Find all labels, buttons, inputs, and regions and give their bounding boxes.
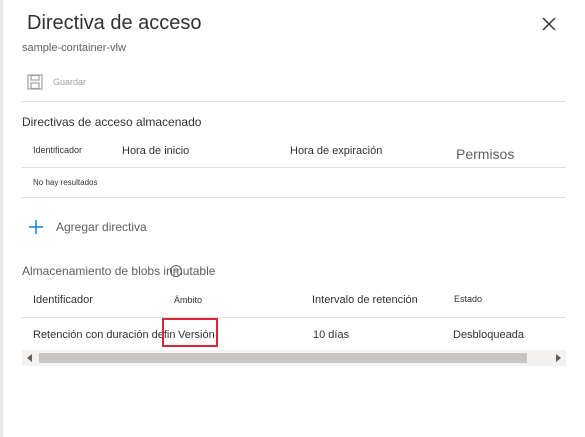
stored-policies-title: Directivas de acceso almacenado (22, 115, 202, 129)
column-header-hora-inicio[interactable]: Hora de inicio (122, 145, 189, 157)
column-header-hora-expiracion[interactable]: Hora de expiración (290, 145, 382, 157)
column-header-ambito[interactable]: Ámbito (174, 295, 202, 305)
save-label: Guardar (53, 77, 87, 87)
table-header-divider (22, 317, 566, 318)
access-policy-panel: Directiva de acceso sample-container-vlw… (0, 0, 585, 437)
column-header-intervalo-retencion[interactable]: Intervalo de retención (312, 294, 418, 306)
column-header-identificador[interactable]: Identificador (33, 294, 93, 306)
scroll-right-arrow-icon[interactable] (556, 354, 561, 362)
immutable-storage-title: Almacenamiento de blobs inmutable (22, 264, 215, 278)
table-bottom-divider (22, 197, 566, 198)
add-policy-button[interactable]: Agregar directiva (28, 219, 147, 235)
column-header-identificador[interactable]: Identificador (33, 145, 82, 155)
add-policy-label: Agregar directiva (56, 220, 147, 234)
horizontal-scrollbar[interactable] (22, 350, 566, 366)
close-icon (542, 17, 556, 31)
column-header-permisos[interactable]: Permisos (456, 146, 514, 162)
immutable-storage-title-text: Almacenamiento de blobs inmutable (22, 264, 216, 278)
container-name: sample-container-vlw (22, 42, 126, 54)
page-title: Directiva de acceso (27, 12, 202, 34)
scroll-left-arrow-icon[interactable] (27, 354, 32, 362)
empty-results-text: No hay resultados (33, 178, 98, 187)
close-button[interactable] (540, 15, 558, 33)
toolbar-divider (22, 101, 566, 102)
cell-estado: Desbloqueada (453, 329, 524, 341)
floppy-disk-icon (27, 74, 43, 90)
info-icon[interactable]: i (170, 265, 182, 277)
highlight-box (162, 318, 218, 347)
column-header-estado[interactable]: Estado (454, 294, 482, 304)
table-header-divider (22, 167, 566, 168)
save-button[interactable]: Guardar (27, 72, 86, 92)
scroll-thumb[interactable] (39, 353, 527, 363)
cell-intervalo-retencion: 10 días (313, 329, 350, 341)
plus-icon (29, 220, 43, 234)
